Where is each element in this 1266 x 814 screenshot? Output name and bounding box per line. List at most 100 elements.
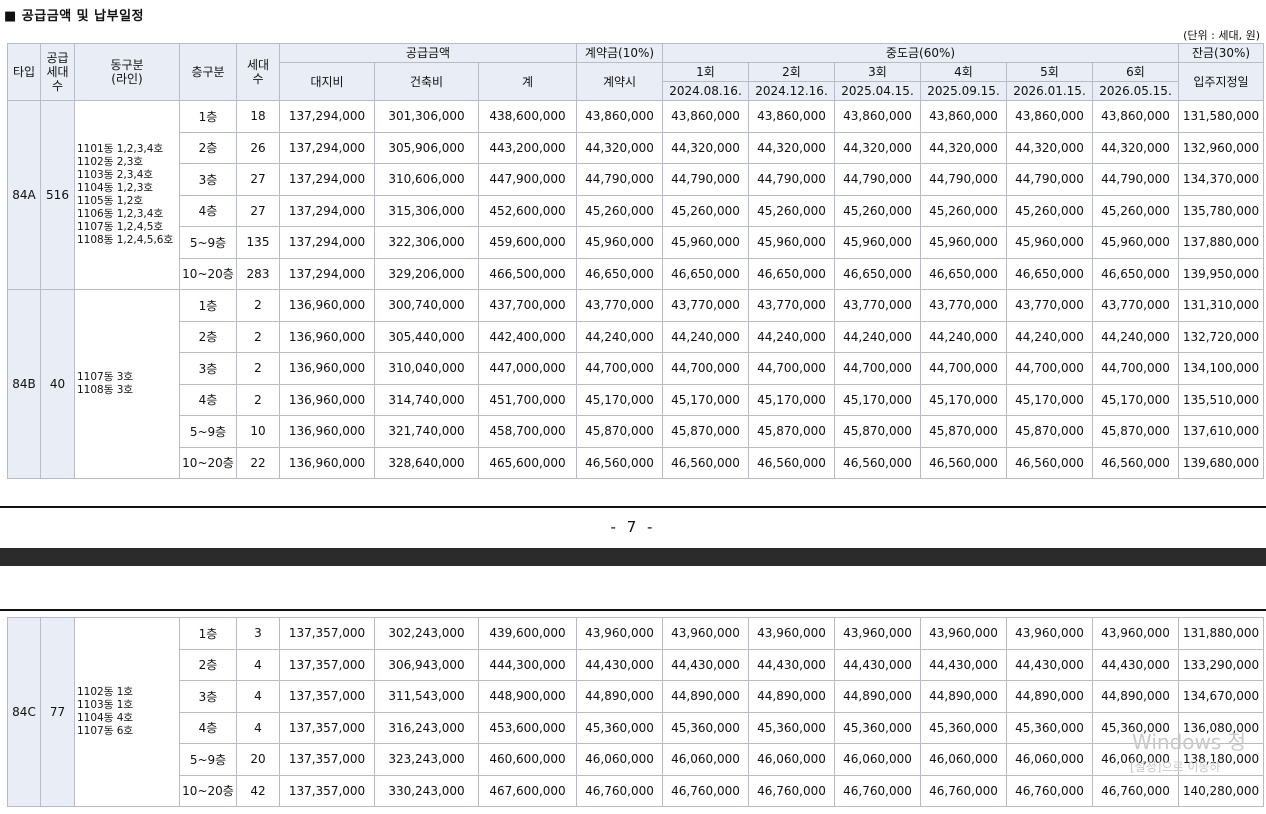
middle-payment-6: 46,560,000	[1092, 446, 1179, 479]
balance-amount: 137,610,000	[1178, 415, 1264, 448]
header-date-6: 2026.05.15.	[1092, 81, 1179, 101]
header-building: 건축비	[374, 62, 479, 101]
page-divider-bottom	[0, 506, 1266, 508]
household-count: 27	[236, 194, 280, 227]
land-cost: 137,294,000	[279, 163, 375, 196]
table-row: 4층 2 136,960,000 314,740,000 451,700,000 45,1…	[8, 383, 1264, 416]
page-divider-top	[0, 609, 1266, 611]
building-cost: 305,906,000	[374, 131, 479, 164]
building-cost: 305,440,000	[374, 320, 479, 353]
middle-payment-3: 45,870,000	[834, 415, 921, 448]
middle-payment-2: 45,170,000	[748, 383, 835, 416]
middle-payment-2: 46,560,000	[748, 446, 835, 479]
household-count: 283	[236, 257, 280, 290]
land-cost: 137,357,000	[279, 774, 375, 807]
middle-payment-4: 46,760,000	[920, 774, 1007, 807]
land-cost: 137,294,000	[279, 226, 375, 259]
deposit-amount: 44,430,000	[576, 648, 663, 681]
section-title: ■ 공급금액 및 납부일정	[4, 9, 145, 24]
building-cost: 316,243,000	[374, 711, 479, 744]
land-cost: 137,357,000	[279, 711, 375, 744]
middle-payment-6: 44,890,000	[1092, 680, 1179, 713]
building-cost: 314,740,000	[374, 383, 479, 416]
land-cost: 137,357,000	[279, 648, 375, 681]
floor-range: 10~20층	[179, 774, 237, 807]
household-count: 4	[236, 680, 280, 713]
dong-lines: 1107동 3호 1108동 3호	[74, 289, 180, 479]
header-round-4: 4회	[920, 62, 1007, 82]
building-cost: 315,306,000	[374, 194, 479, 227]
floor-range: 2층	[179, 648, 237, 681]
land-cost: 136,960,000	[279, 446, 375, 479]
floor-range: 4층	[179, 194, 237, 227]
building-cost: 322,306,000	[374, 226, 479, 259]
middle-payment-4: 46,650,000	[920, 257, 1007, 290]
middle-payment-4: 43,860,000	[920, 100, 1007, 133]
middle-payment-6: 44,700,000	[1092, 352, 1179, 385]
floor-range: 1층	[179, 617, 237, 650]
middle-payment-4: 44,240,000	[920, 320, 1007, 353]
middle-payment-6: 44,790,000	[1092, 163, 1179, 196]
total-cost: 466,500,000	[478, 257, 577, 290]
supply-count: 516	[40, 100, 75, 290]
middle-payment-5: 45,960,000	[1006, 226, 1093, 259]
table-row: 84A 516 1101동 1,2,3,4호 1102동 2,3호 1103동 2,…	[7, 100, 1264, 290]
total-cost: 458,700,000	[478, 415, 577, 448]
middle-payment-5: 44,790,000	[1006, 163, 1093, 196]
household-count: 2	[236, 383, 280, 416]
middle-payment-4: 45,960,000	[920, 226, 1007, 259]
unit-note: (단위 : 세대, 원)	[1183, 29, 1260, 42]
balance-amount: 135,510,000	[1178, 383, 1264, 416]
floor-range: 10~20층	[179, 257, 237, 290]
middle-payment-6: 43,770,000	[1092, 289, 1179, 322]
middle-payment-4: 45,360,000	[920, 711, 1007, 744]
middle-payment-2: 44,240,000	[748, 320, 835, 353]
header-round-3: 3회	[834, 62, 921, 82]
household-count: 2	[236, 289, 280, 322]
total-cost: 439,600,000	[478, 617, 577, 650]
header-supply-amount: 공급금액	[279, 43, 577, 63]
middle-payment-5: 45,360,000	[1006, 711, 1093, 744]
middle-payment-1: 44,890,000	[662, 680, 749, 713]
deposit-amount: 45,870,000	[576, 415, 663, 448]
middle-payment-1: 45,170,000	[662, 383, 749, 416]
middle-payment-4: 46,560,000	[920, 446, 1007, 479]
middle-payment-2: 45,360,000	[748, 711, 835, 744]
household-count: 135	[236, 226, 280, 259]
middle-payment-1: 44,430,000	[662, 648, 749, 681]
middle-payment-4: 45,260,000	[920, 194, 1007, 227]
land-cost: 137,294,000	[279, 257, 375, 290]
middle-payment-2: 43,960,000	[748, 617, 835, 650]
middle-payment-4: 44,320,000	[920, 131, 1007, 164]
land-cost: 137,294,000	[279, 100, 375, 133]
middle-payment-2: 46,650,000	[748, 257, 835, 290]
land-cost: 137,357,000	[279, 617, 375, 650]
middle-payment-4: 44,790,000	[920, 163, 1007, 196]
floor-range: 4층	[179, 711, 237, 744]
middle-payment-1: 46,760,000	[662, 774, 749, 807]
land-cost: 137,294,000	[279, 131, 375, 164]
middle-payment-5: 44,320,000	[1006, 131, 1093, 164]
header-total: 계	[478, 62, 577, 101]
balance-amount: 134,100,000	[1178, 352, 1264, 385]
total-cost: 444,300,000	[478, 648, 577, 681]
deposit-amount: 44,890,000	[576, 680, 663, 713]
unit-type: 84C	[7, 617, 41, 807]
middle-payment-5: 43,770,000	[1006, 289, 1093, 322]
table-row: 10~20층 42 137,357,000 330,243,000 467,600,00…	[8, 774, 1264, 807]
household-count: 27	[236, 163, 280, 196]
total-cost: 467,600,000	[478, 774, 577, 807]
middle-payment-2: 45,260,000	[748, 194, 835, 227]
deposit-amount: 45,170,000	[576, 383, 663, 416]
middle-payment-6: 44,320,000	[1092, 131, 1179, 164]
total-cost: 448,900,000	[478, 680, 577, 713]
middle-payment-3: 44,430,000	[834, 648, 921, 681]
deposit-amount: 46,650,000	[576, 257, 663, 290]
middle-payment-3: 44,790,000	[834, 163, 921, 196]
middle-payment-6: 44,240,000	[1092, 320, 1179, 353]
page-break-band	[0, 548, 1266, 566]
household-count: 26	[236, 131, 280, 164]
middle-payment-4: 44,890,000	[920, 680, 1007, 713]
table-row: 5~9층 135 137,294,000 322,306,000 459,600,000…	[8, 226, 1264, 259]
middle-payment-5: 44,890,000	[1006, 680, 1093, 713]
